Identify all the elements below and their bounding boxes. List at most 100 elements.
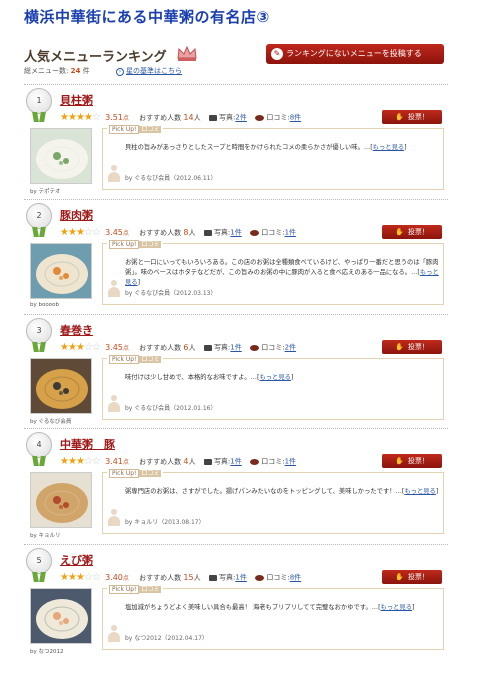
star-rating: ★★★☆☆ <box>60 572 101 583</box>
dish-photo-image <box>31 129 91 183</box>
rank-badge: 2 <box>26 203 52 229</box>
ranking-item: 3 春巻き ★★★☆☆ 3.45点 おすすめ人数 6人 写真:1件 口コミ:2件… <box>24 318 448 426</box>
recommend-count: おすすめ人数 15人 <box>139 572 201 582</box>
rank-badge: 1 <box>26 88 52 114</box>
pickup-review: Pick Up! 口コミ 塩加減がちょうどよく美味しい具合も最高！ 海老もプリプリ… <box>102 584 444 650</box>
photo-credit: by ぐるなび会員 <box>30 419 72 425</box>
hand-icon: ✋ <box>395 573 404 581</box>
item-stats: ★★★☆☆ 3.40点 おすすめ人数 15人 写真:1件 口コミ:8件 <box>60 572 302 583</box>
camera-icon <box>208 574 217 581</box>
dish-name-link[interactable]: 中華粥 豚 <box>60 436 115 452</box>
comment-icon <box>250 229 259 236</box>
item-stats: ★★★☆☆ 3.45点 おすすめ人数 8人 写真:1件 口コミ:1件 <box>60 227 297 238</box>
post-menu-button[interactable]: ✎ ランキングにないメニューを投稿する <box>266 44 444 64</box>
star-rating: ★★★☆☆ <box>60 227 101 238</box>
person-icon <box>107 395 121 413</box>
camera-icon <box>203 344 212 351</box>
dish-name-link[interactable]: えび粥 <box>60 552 93 568</box>
comment-icon <box>255 114 265 121</box>
photo-credit: by キョルリ <box>30 533 61 539</box>
review-count-link[interactable]: 8件 <box>290 574 301 582</box>
score: 3.51点 <box>105 112 129 122</box>
dish-photo[interactable] <box>30 588 92 644</box>
review-count-link[interactable]: 8件 <box>290 114 301 122</box>
review-count-link[interactable]: 1件 <box>285 229 296 237</box>
photo-count-link[interactable]: 2件 <box>235 114 246 122</box>
review-text: お粥と一口にいってもいろいろある。この店のお粥は全種類食べているけど、やっぱり一… <box>125 259 439 286</box>
photo-count-link[interactable]: 1件 <box>230 458 241 466</box>
recommend-count: おすすめ人数 6人 <box>139 342 196 352</box>
read-more-link[interactable]: もっと見る <box>381 604 412 611</box>
dish-photo[interactable] <box>30 358 92 414</box>
rank-badge: 3 <box>26 318 52 344</box>
item-stats: ★★★★☆ 3.51点 おすすめ人数 14人 写真:2件 口コミ:8件 <box>60 112 302 123</box>
person-icon <box>107 280 121 298</box>
dish-name-link[interactable]: 春巻き <box>60 322 93 338</box>
dish-name-link[interactable]: 豚肉粥 <box>60 207 93 223</box>
pen-icon: ✎ <box>271 48 283 60</box>
item-separator <box>24 428 448 429</box>
hand-icon: ✋ <box>395 228 404 236</box>
reviewer-info: by なつ2012（2012.04.17） <box>125 635 208 642</box>
pickup-review: Pick Up! 口コミ 粥専門店のお粥は、さすがでした。揚げパンみたいなのをトッ… <box>102 468 444 534</box>
review-count-link[interactable]: 1件 <box>285 458 296 466</box>
crown-icon <box>177 45 197 61</box>
menu-count: 総メニュー数: 24 件 <box>24 67 90 75</box>
star-rating: ★★★☆☆ <box>60 456 101 467</box>
pickup-label: Pick Up! 口コミ <box>107 124 164 134</box>
dish-photo[interactable] <box>30 128 92 184</box>
star-basis-link[interactable]: 星の基準はこちら <box>126 67 182 75</box>
item-stats: ★★★☆☆ 3.41点 おすすめ人数 4人 写真:1件 口コミ:1件 <box>60 456 297 467</box>
photo-count-link[interactable]: 1件 <box>230 229 241 237</box>
vote-button[interactable]: ✋ 投票！ <box>382 225 442 239</box>
ranking-item: 2 豚肉粥 ★★★☆☆ 3.45点 おすすめ人数 8人 写真:1件 口コミ:1件… <box>24 203 448 311</box>
reviewer-info: by ぐるなび会員（2012.03.13） <box>125 290 217 297</box>
item-separator <box>24 84 448 85</box>
vote-button[interactable]: ✋ 投票！ <box>382 340 442 354</box>
rank-badge: 4 <box>26 432 52 458</box>
person-icon <box>107 509 121 527</box>
item-separator <box>24 544 448 545</box>
photo-count-link[interactable]: 1件 <box>235 574 246 582</box>
camera-icon <box>208 114 217 121</box>
rank-badge: 5 <box>26 548 52 574</box>
pickup-review: Pick Up! 口コミ 貝柱の旨みがあっさりとしたスープと時間をかけられたコメの… <box>102 124 444 190</box>
read-more-link[interactable]: もっと見る <box>373 144 404 151</box>
pickup-label: Pick Up! 口コミ <box>107 584 164 594</box>
ribbon-icon <box>33 112 45 122</box>
pickup-label: Pick Up! 口コミ <box>107 468 164 478</box>
recommend-count: おすすめ人数 8人 <box>139 227 196 237</box>
hand-icon: ✋ <box>395 113 404 121</box>
ranking-title: 人気メニューランキング <box>24 50 167 65</box>
dish-photo[interactable] <box>30 472 92 528</box>
star-rating: ★★★☆☆ <box>60 342 101 353</box>
comment-icon <box>255 574 265 581</box>
ranking-header: 人気メニューランキング 総メニュー数: 24 件 › 星の基準はこちら ✎ ランキ… <box>24 44 464 86</box>
dish-name-link[interactable]: 貝柱粥 <box>60 92 93 108</box>
ribbon-icon <box>33 456 45 466</box>
review-count-link[interactable]: 2件 <box>285 344 296 352</box>
item-separator <box>24 199 448 200</box>
dish-photo-image <box>31 473 91 527</box>
review-text: 貝柱の旨みがあっさりとしたスープと時間をかけられたコメの柔らかさが優しい味。…[… <box>125 144 407 151</box>
read-more-link[interactable]: もっと見る <box>259 374 290 381</box>
ribbon-icon <box>33 227 45 237</box>
star-basis-link-wrap: › 星の基準はこちら <box>116 66 182 76</box>
photo-credit: by なつ2012 <box>30 649 64 655</box>
read-more-link[interactable]: もっと見る <box>404 488 435 495</box>
vote-button[interactable]: ✋ 投票！ <box>382 110 442 124</box>
vote-button[interactable]: ✋ 投票！ <box>382 454 442 468</box>
score: 3.41点 <box>105 456 129 466</box>
ranking-item: 4 中華粥 豚 ★★★☆☆ 3.41点 おすすめ人数 4人 写真:1件 口コミ:… <box>24 432 448 540</box>
pickup-label: Pick Up! 口コミ <box>107 354 164 364</box>
vote-button[interactable]: ✋ 投票！ <box>382 570 442 584</box>
review-text: 塩加減がちょうどよく美味しい具合も最高！ 海老もプリプリしてて完璧なおかゆです。… <box>125 604 415 611</box>
page-title: 横浜中華街にある中華粥の有名店③ <box>24 8 270 26</box>
dish-photo[interactable] <box>30 243 92 299</box>
photo-count-link[interactable]: 1件 <box>230 344 241 352</box>
pickup-review: Pick Up! 口コミ 味付けは少し甘めで、本格的なお味ですよ。…[もっと見る]… <box>102 354 444 420</box>
item-separator <box>24 314 448 315</box>
comment-icon <box>250 458 259 465</box>
menu-count-value: 24 <box>70 67 81 75</box>
photo-credit: by テポテオ <box>30 189 61 195</box>
